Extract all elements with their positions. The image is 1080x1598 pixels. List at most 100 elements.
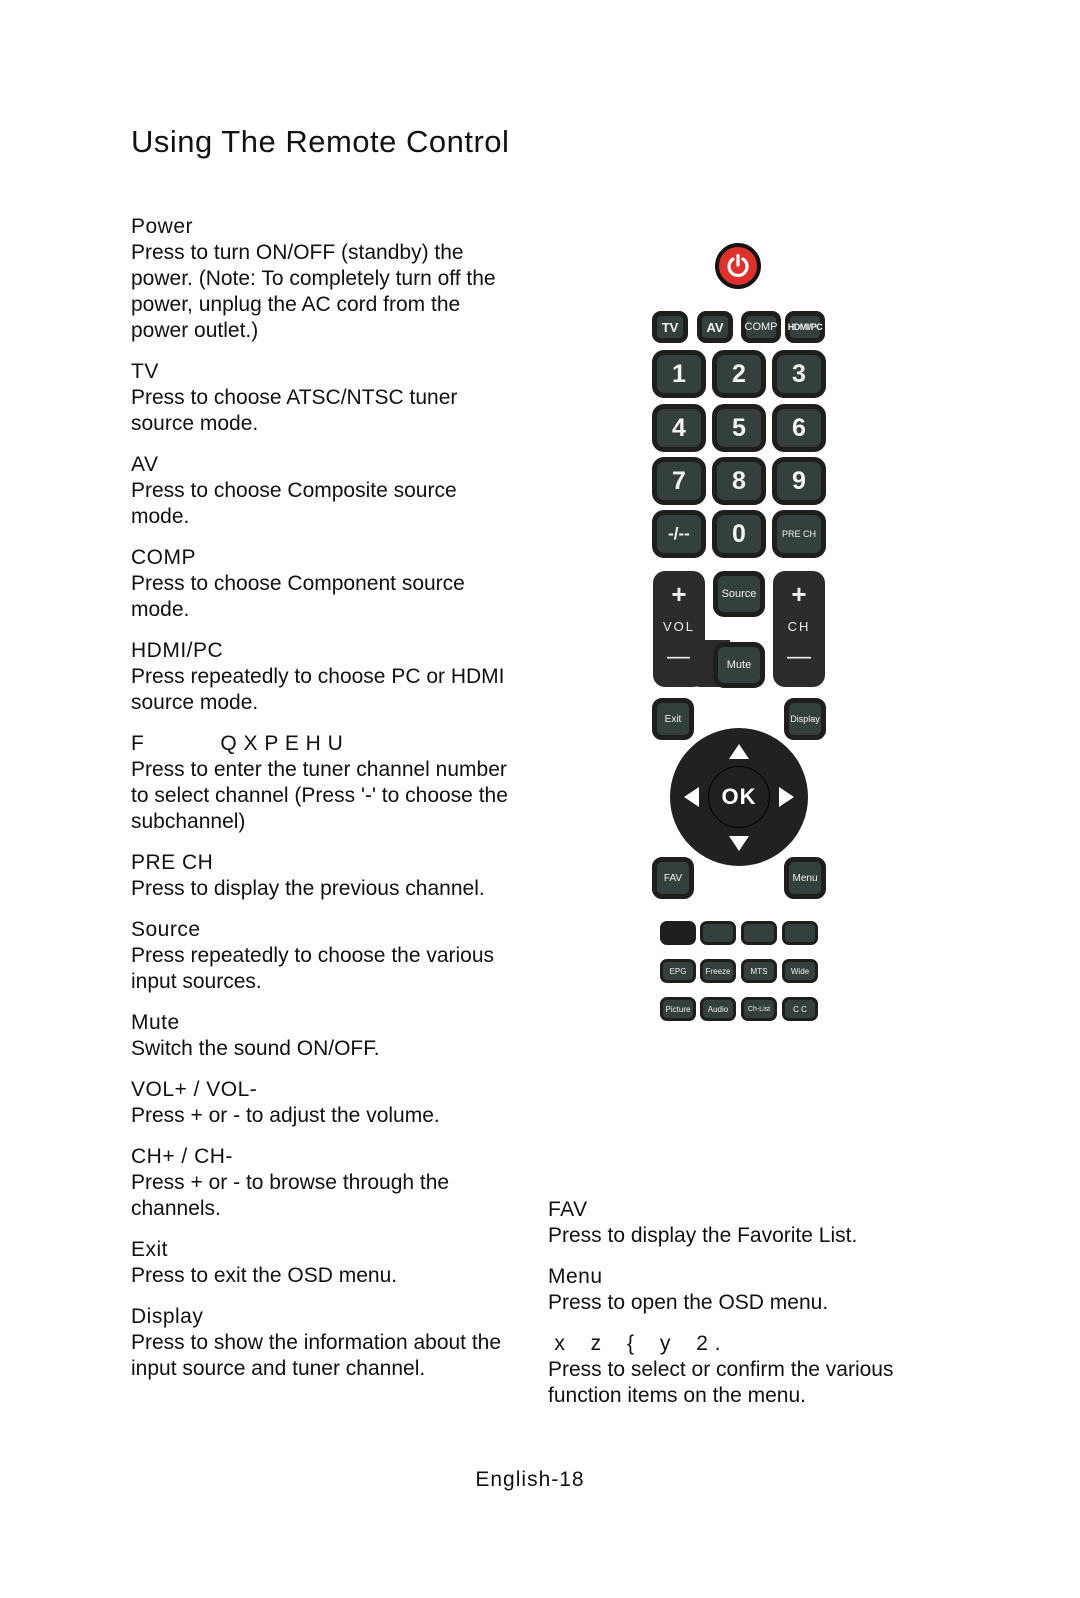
entry-desc: Press to turn ON/OFF (standby) the power…	[131, 241, 496, 342]
comp-button[interactable]: COMP	[741, 311, 781, 343]
entry-desc: Press to choose ATSC/NTSC tuner source m…	[131, 386, 458, 435]
color-key-3[interactable]	[741, 921, 777, 945]
entry-title: F Q X P E H U	[131, 732, 344, 755]
av-button[interactable]: AV	[697, 311, 733, 343]
entry-mute: Mute Switch the sound ON/OFF.	[131, 1010, 511, 1062]
entry-source: Source Press repeatedly to choose the var…	[131, 917, 511, 995]
entry-desc: Switch the sound ON/OFF.	[131, 1037, 380, 1060]
entry-desc: Press to choose Composite source mode.	[131, 479, 457, 528]
entry-desc: Press to choose Component source mode.	[131, 572, 465, 621]
ch-label: CH	[787, 619, 811, 634]
entry-title: Power	[131, 215, 194, 238]
display-button[interactable]: Display	[784, 698, 826, 740]
mute-button[interactable]: Mute	[713, 642, 765, 688]
number-0-button[interactable]: 0	[712, 510, 766, 558]
wide-button[interactable]: Wide	[782, 959, 818, 983]
ch-down-button[interactable]: —	[773, 643, 825, 671]
right-arrow-button[interactable]	[779, 787, 794, 807]
color-key-1[interactable]	[660, 921, 696, 945]
entry-title: Menu	[548, 1265, 603, 1288]
left-column: Power Press to turn ON/OFF (standby) the …	[131, 214, 511, 1397]
number-2-button[interactable]: 2	[712, 350, 766, 398]
entry-fav: FAV Press to display the Favorite List.	[548, 1197, 948, 1249]
entry-title: Source	[131, 918, 201, 941]
entry-desc: Press repeatedly to choose the various i…	[131, 944, 495, 993]
entry-menu: Menu Press to open the OSD menu.	[548, 1264, 948, 1316]
ch-rocker[interactable]: + CH —	[773, 571, 825, 687]
entry-title: Display	[131, 1305, 204, 1328]
number-6-button[interactable]: 6	[772, 404, 826, 452]
freeze-button[interactable]: Freeze	[700, 959, 736, 983]
entry-desc: Press to select or confirm the various f…	[548, 1358, 894, 1407]
entry-desc: Press to enter the tuner channel number …	[131, 758, 508, 833]
entry-power: Power Press to turn ON/OFF (standby) the …	[131, 214, 511, 344]
number-5-button[interactable]: 5	[712, 404, 766, 452]
entry-title: Exit	[131, 1238, 169, 1261]
entry-desc: Press to display the Favorite List.	[548, 1224, 858, 1247]
tv-button[interactable]: TV	[652, 311, 688, 343]
entry-tv: TV Press to choose ATSC/NTSC tuner source…	[131, 359, 511, 437]
page-number: English-18	[475, 1468, 585, 1491]
color-key-4[interactable]	[782, 921, 818, 945]
ok-button[interactable]: OK	[708, 766, 770, 828]
entry-title: FAV	[548, 1198, 588, 1221]
page-title: Using The Remote Control	[131, 124, 510, 159]
number-9-button[interactable]: 9	[772, 457, 826, 505]
ch-list-button[interactable]: Ch-List	[741, 997, 777, 1021]
entry-desc: Press repeatedly to choose PC or HDMI so…	[131, 665, 505, 714]
ch-up-button[interactable]: +	[773, 579, 825, 610]
entry-exit: Exit Press to exit the OSD menu.	[131, 1237, 511, 1289]
entry-pre-ch: PRE CH Press to display the previous chan…	[131, 850, 511, 902]
number-8-button[interactable]: 8	[712, 457, 766, 505]
power-button[interactable]	[715, 243, 761, 289]
entry-desc: Press + or - to adjust the volume.	[131, 1104, 440, 1127]
entry-desc: Press to open the OSD menu.	[548, 1291, 829, 1314]
left-arrow-button[interactable]	[684, 787, 699, 807]
exit-button[interactable]: Exit	[652, 698, 694, 740]
entry-comp: COMP Press to choose Component source mod…	[131, 545, 511, 623]
source-button[interactable]: Source	[713, 571, 765, 617]
pre-ch-button[interactable]: PRE CH	[772, 510, 826, 558]
entry-channel-number: F Q X P E H U Press to enter the tuner ch…	[131, 731, 511, 835]
up-arrow-button[interactable]	[729, 744, 749, 759]
entry-title: PRE CH	[131, 851, 214, 874]
picture-button[interactable]: Picture	[660, 997, 696, 1021]
down-arrow-button[interactable]	[729, 836, 749, 851]
number-7-button[interactable]: 7	[652, 457, 706, 505]
entry-title: x z { y 2 .	[548, 1332, 722, 1355]
entry-desc: Press to show the information about the …	[131, 1331, 502, 1380]
navigation-pad: OK	[670, 728, 808, 866]
entry-title: CH+ / CH-	[131, 1145, 233, 1168]
right-column: FAV Press to display the Favorite List. M…	[548, 1197, 948, 1424]
entry-av: AV Press to choose Composite source mode.	[131, 452, 511, 530]
power-icon	[727, 253, 749, 278]
entry-desc: Press + or - to browse through the chann…	[131, 1171, 450, 1220]
dash-button[interactable]: -/--	[652, 510, 706, 558]
number-3-button[interactable]: 3	[772, 350, 826, 398]
number-1-button[interactable]: 1	[652, 350, 706, 398]
entry-title: TV	[131, 360, 159, 383]
entry-title: Mute	[131, 1011, 180, 1034]
epg-button[interactable]: EPG	[660, 959, 696, 983]
entry-title: COMP	[131, 546, 196, 569]
entry-display: Display Press to show the information abo…	[131, 1304, 511, 1382]
vol-label: VOL	[662, 619, 695, 634]
entry-ch: CH+ / CH- Press + or - to browse through …	[131, 1144, 511, 1222]
entry-title: HDMI/PC	[131, 639, 224, 662]
color-key-2[interactable]	[700, 921, 736, 945]
entry-navigation-ok: x z { y 2 . Press to select or confirm th…	[548, 1331, 948, 1409]
mts-button[interactable]: MTS	[741, 959, 777, 983]
remote-control-illustration: TV AV COMP HDMI/PC 1 2 3 4 5 6 7 8 9 -/-…	[650, 240, 830, 1030]
cc-button[interactable]: C C	[782, 997, 818, 1021]
vol-up-button[interactable]: +	[653, 579, 705, 610]
hdmi-pc-button[interactable]: HDMI/PC	[785, 311, 825, 343]
number-4-button[interactable]: 4	[652, 404, 706, 452]
entry-vol: VOL+ / VOL- Press + or - to adjust the vo…	[131, 1077, 511, 1129]
fav-button[interactable]: FAV	[652, 857, 694, 899]
entry-desc: Press to display the previous channel.	[131, 877, 485, 900]
entry-desc: Press to exit the OSD menu.	[131, 1264, 398, 1287]
entry-hdmi-pc: HDMI/PC Press repeatedly to choose PC or …	[131, 638, 511, 716]
entry-title: AV	[131, 453, 159, 476]
menu-button[interactable]: Menu	[784, 857, 826, 899]
audio-button[interactable]: Audio	[700, 997, 736, 1021]
